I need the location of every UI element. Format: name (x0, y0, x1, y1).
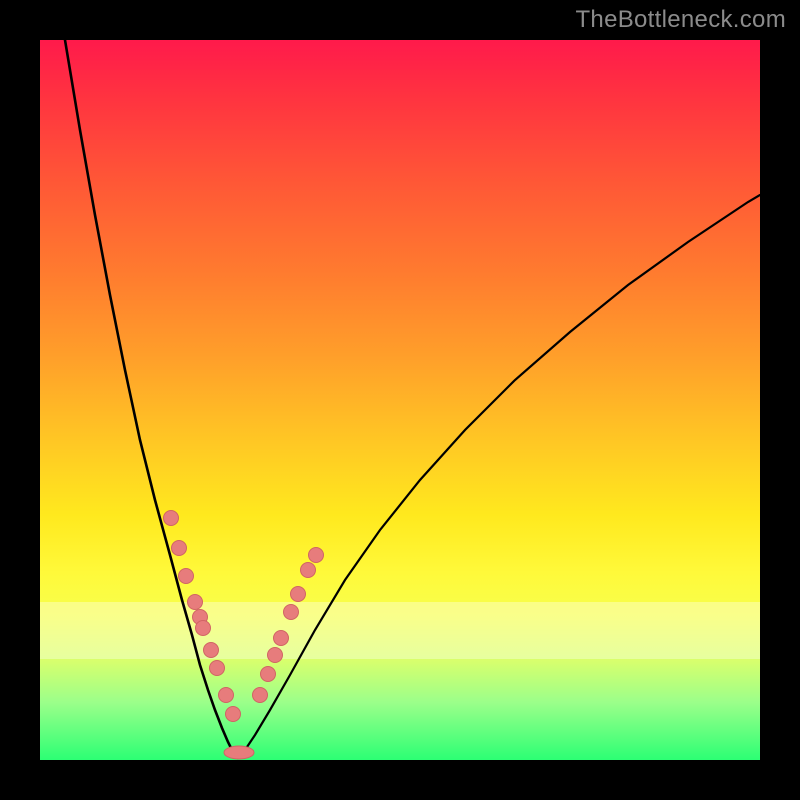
curve-dot (196, 621, 211, 636)
curve-right (238, 195, 760, 758)
curve-dot (261, 667, 276, 682)
valley-dot-cluster (224, 746, 254, 759)
curve-dots-left (164, 511, 241, 722)
curve-dot (291, 587, 306, 602)
chart-frame: TheBottleneck.com (0, 0, 800, 800)
curve-dot (284, 605, 299, 620)
curve-dot (309, 548, 324, 563)
curve-dot (210, 661, 225, 676)
curve-dot (253, 688, 268, 703)
curve-dot (172, 541, 187, 556)
curve-dot (226, 707, 241, 722)
curve-dot (188, 595, 203, 610)
curve-dot (179, 569, 194, 584)
curve-dot (301, 563, 316, 578)
curve-dot (219, 688, 234, 703)
curve-dot (268, 648, 283, 663)
curve-dot (164, 511, 179, 526)
curve-dot (274, 631, 289, 646)
chart-plot-area (40, 40, 760, 760)
watermark-text: TheBottleneck.com (575, 6, 786, 34)
curve-dot (204, 643, 219, 658)
chart-svg (40, 40, 760, 760)
